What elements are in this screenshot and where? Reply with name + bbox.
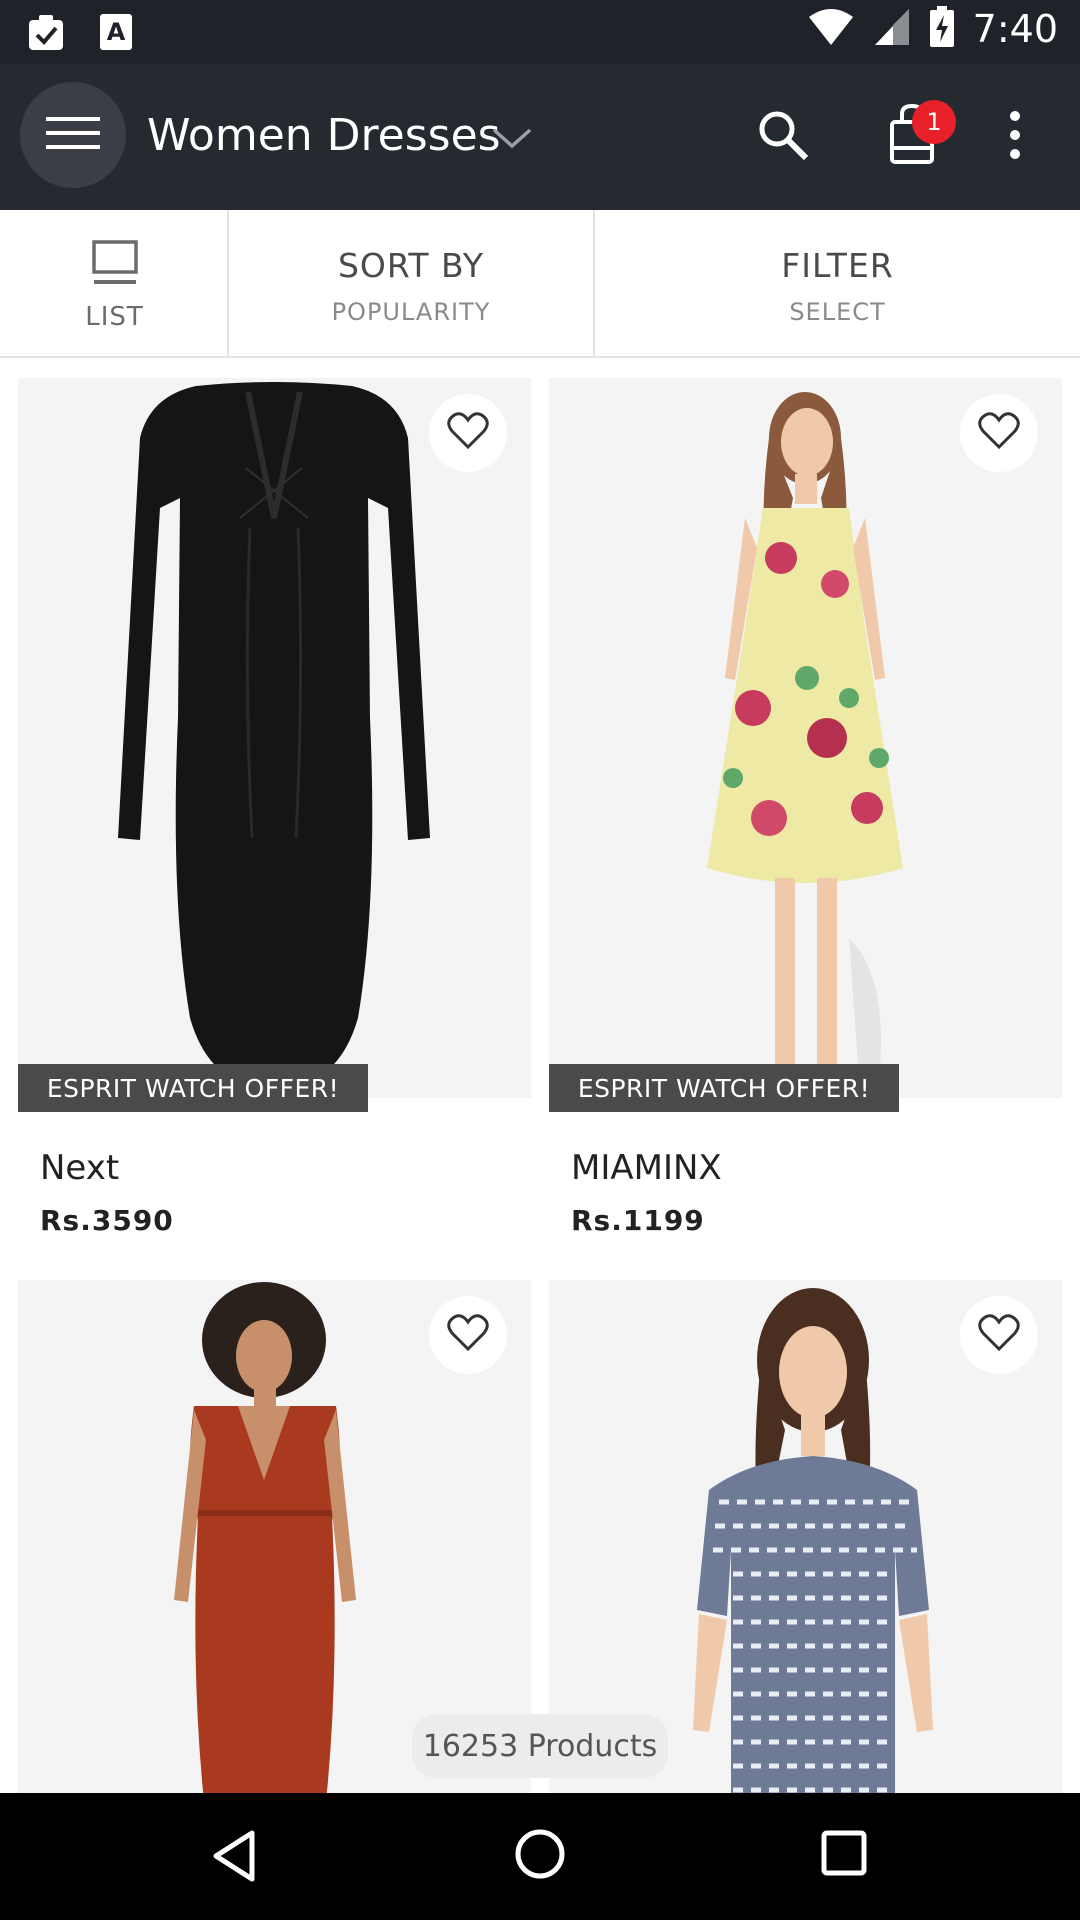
product-price: Rs.1199 [571,1204,705,1237]
product-image[interactable] [549,378,1062,1098]
page-title[interactable]: Women Dresses [147,110,501,161]
model-image [707,392,903,1078]
menu-icon [46,113,100,157]
product-card[interactable]: ESPRIT WATCH OFFER! MIAMINX Rs.1199 [549,378,1062,1258]
more-vert-icon[interactable] [1008,110,1022,164]
product-card[interactable]: ESPRIT WATCH OFFER! Next Rs.3590 [18,378,531,1258]
product-price: Rs.3590 [40,1204,174,1237]
chevron-down-icon[interactable] [492,126,532,154]
heart-icon [447,1314,489,1356]
product-grid: ESPRIT WATCH OFFER! Next Rs.3590 ESPRIT … [0,358,1080,1793]
list-view-icon [92,240,138,292]
filter-button[interactable]: FILTER SELECT [595,210,1080,356]
sort-by-button[interactable]: SORT BY POPULARITY [229,210,595,356]
product-image[interactable] [18,378,531,1098]
back-icon[interactable] [210,1829,258,1887]
sort-by-label: SORT BY [337,246,485,285]
product-brand: MIAMINX [571,1148,722,1188]
app-bar: Women Dresses 1 [0,64,1080,210]
wishlist-button[interactable] [429,1296,507,1374]
wifi-icon [807,7,855,51]
filter-label: FILTER [781,246,894,285]
system-nav-bar [0,1793,1080,1920]
filter-value: SELECT [789,298,886,326]
search-icon[interactable] [756,108,810,166]
offer-label: ESPRIT WATCH OFFER! [18,1064,368,1112]
home-icon[interactable] [513,1827,567,1885]
signal-icon [873,7,911,51]
list-view-label: LIST [85,302,144,332]
heart-icon [447,412,489,454]
product-count-badge: 16253 Products [412,1714,668,1778]
wishlist-button[interactable] [429,394,507,472]
battery-charging-icon [929,6,955,52]
clipboard-check-icon [26,12,66,56]
offer-label: ESPRIT WATCH OFFER! [549,1064,899,1112]
recent-apps-icon[interactable] [820,1829,868,1881]
menu-button[interactable] [20,82,126,188]
product-brand: Next [40,1148,120,1188]
heart-icon [978,1314,1020,1356]
wishlist-button[interactable] [960,394,1038,472]
svg-text:A: A [107,18,126,46]
sort-filter-toolbar: LIST SORT BY POPULARITY FILTER SELECT [0,210,1080,358]
status-time: 7:40 [972,7,1058,51]
list-view-toggle[interactable]: LIST [0,210,229,356]
sort-by-value: POPULARITY [331,298,491,326]
heart-icon [978,412,1020,454]
status-bar: A 7:40 [0,0,1080,64]
cart-badge: 1 [912,100,956,144]
wishlist-button[interactable] [960,1296,1038,1374]
font-a-icon: A [98,12,134,56]
dress-image [118,382,430,1090]
